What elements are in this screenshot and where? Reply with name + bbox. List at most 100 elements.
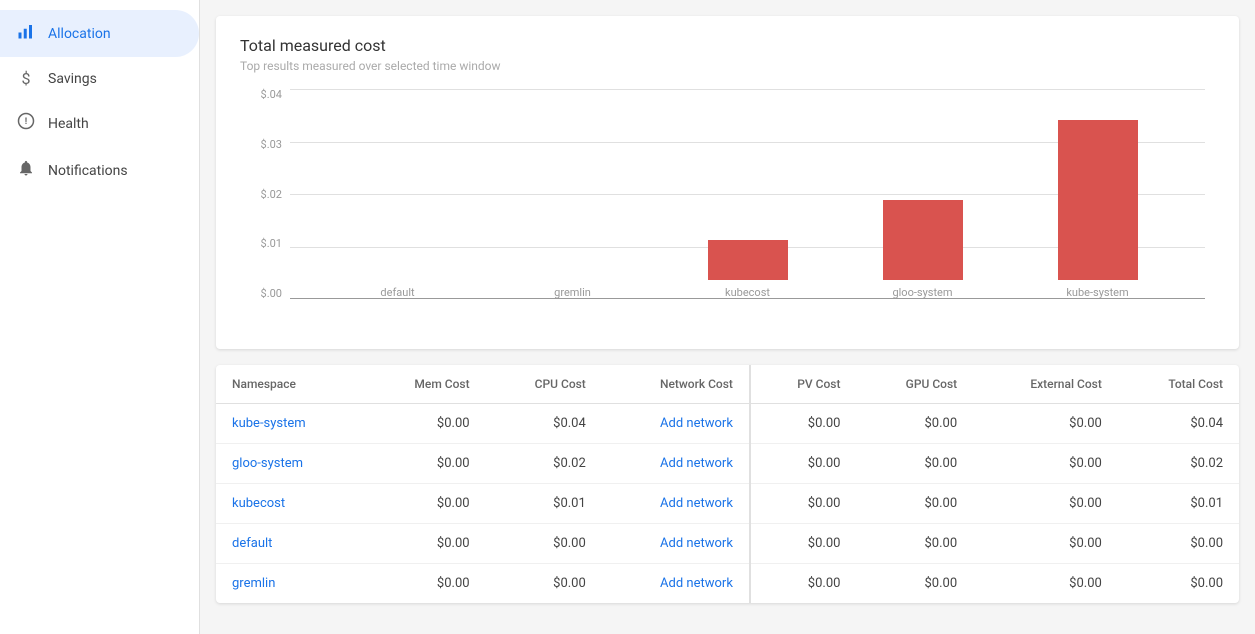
sidebar-item-allocation[interactable]: Allocation [0, 10, 199, 57]
add-network-link-2[interactable]: Add network [660, 496, 733, 511]
table-row: kube-system $0.00 $0.04 Add network $0.0… [216, 404, 1239, 444]
table-card: Namespace Mem Cost CPU Cost Network Cost… [216, 365, 1239, 603]
chart-plot: default gremlin kubecost gloo-system [290, 89, 1205, 299]
sidebar-item-allocation-label: Allocation [48, 26, 111, 42]
cell-mem-cost-0: $0.00 [364, 404, 486, 444]
cell-pv-cost-2: $0.00 [750, 484, 857, 524]
col-header-external-cost: External Cost [973, 365, 1118, 404]
bar-group-gremlin: gremlin [485, 280, 660, 299]
bar-label-kubecost: kubecost [725, 286, 770, 299]
add-network-link-1[interactable]: Add network [660, 456, 733, 471]
bar-group-default: default [310, 280, 485, 299]
cell-cpu-cost-4: $0.00 [486, 564, 602, 604]
col-header-mem-cost: Mem Cost [364, 365, 486, 404]
chart-card: Total measured cost Top results measured… [216, 16, 1239, 349]
bar-gloo-system [883, 200, 963, 280]
col-header-pv-cost: PV Cost [750, 365, 857, 404]
chart-subtitle: Top results measured over selected time … [240, 59, 1215, 73]
add-network-link-4[interactable]: Add network [660, 576, 733, 591]
cell-external-cost-0: $0.00 [973, 404, 1118, 444]
cell-network-cost-4[interactable]: Add network [602, 564, 750, 604]
data-table: Namespace Mem Cost CPU Cost Network Cost… [216, 365, 1239, 603]
namespace-link-3[interactable]: default [232, 536, 272, 551]
cell-mem-cost-4: $0.00 [364, 564, 486, 604]
cell-gpu-cost-3: $0.00 [856, 524, 973, 564]
col-header-namespace: Namespace [216, 365, 364, 404]
col-header-network-cost: Network Cost [602, 365, 750, 404]
cell-pv-cost-1: $0.00 [750, 444, 857, 484]
cell-cpu-cost-3: $0.00 [486, 524, 602, 564]
cell-namespace-2[interactable]: kubecost [216, 484, 364, 524]
cell-mem-cost-3: $0.00 [364, 524, 486, 564]
table-header: Namespace Mem Cost CPU Cost Network Cost… [216, 365, 1239, 404]
table-body: kube-system $0.00 $0.04 Add network $0.0… [216, 404, 1239, 604]
cell-total-cost-1: $0.02 [1118, 444, 1239, 484]
cell-mem-cost-2: $0.00 [364, 484, 486, 524]
y-axis: $.04 $.03 $.02 $.01 $.00 [240, 89, 290, 299]
cell-cpu-cost-0: $0.04 [486, 404, 602, 444]
cell-gpu-cost-1: $0.00 [856, 444, 973, 484]
y-label-1: $.03 [261, 139, 282, 150]
y-label-3: $.01 [261, 238, 282, 249]
cell-total-cost-2: $0.01 [1118, 484, 1239, 524]
health-icon: ! [16, 112, 36, 135]
table-row: kubecost $0.00 $0.01 Add network $0.00 $… [216, 484, 1239, 524]
table-row: gremlin $0.00 $0.00 Add network $0.00 $0… [216, 564, 1239, 604]
y-label-4: $.00 [261, 288, 282, 299]
chart-area: $.04 $.03 $.02 $.01 $.00 [240, 89, 1215, 329]
y-label-2: $.02 [261, 189, 282, 200]
add-network-link-0[interactable]: Add network [660, 416, 733, 431]
notifications-icon [16, 159, 36, 182]
namespace-link-0[interactable]: kube-system [232, 416, 306, 431]
table-row: default $0.00 $0.00 Add network $0.00 $0… [216, 524, 1239, 564]
cell-namespace-0[interactable]: kube-system [216, 404, 364, 444]
main-content: Total measured cost Top results measured… [200, 0, 1255, 634]
bar-group-gloo-system: gloo-system [835, 200, 1010, 299]
sidebar: Allocation $ Savings ! Health Notificati… [0, 0, 200, 634]
sidebar-item-health-label: Health [48, 116, 89, 132]
sidebar-item-notifications-label: Notifications [48, 163, 128, 179]
cell-total-cost-0: $0.04 [1118, 404, 1239, 444]
cell-network-cost-1[interactable]: Add network [602, 444, 750, 484]
bar-kubecost [708, 240, 788, 280]
sidebar-item-health[interactable]: ! Health [0, 100, 199, 147]
add-network-link-3[interactable]: Add network [660, 536, 733, 551]
namespace-link-1[interactable]: gloo-system [232, 456, 303, 471]
cell-total-cost-4: $0.00 [1118, 564, 1239, 604]
bar-kube-system [1058, 120, 1138, 280]
cell-network-cost-0[interactable]: Add network [602, 404, 750, 444]
cell-cpu-cost-1: $0.02 [486, 444, 602, 484]
cell-cpu-cost-2: $0.01 [486, 484, 602, 524]
table-header-row: Namespace Mem Cost CPU Cost Network Cost… [216, 365, 1239, 404]
sidebar-item-notifications[interactable]: Notifications [0, 147, 199, 194]
svg-text:!: ! [25, 117, 27, 127]
bars-container: default gremlin kubecost gloo-system [290, 89, 1205, 299]
bar-label-default: default [380, 286, 414, 299]
cell-gpu-cost-0: $0.00 [856, 404, 973, 444]
cell-namespace-1[interactable]: gloo-system [216, 444, 364, 484]
savings-icon: $ [16, 69, 36, 88]
cell-namespace-4[interactable]: gremlin [216, 564, 364, 604]
cell-namespace-3[interactable]: default [216, 524, 364, 564]
bar-group-kubecost: kubecost [660, 240, 835, 299]
namespace-link-2[interactable]: kubecost [232, 496, 285, 511]
cell-network-cost-2[interactable]: Add network [602, 484, 750, 524]
cell-network-cost-3[interactable]: Add network [602, 524, 750, 564]
namespace-link-4[interactable]: gremlin [232, 576, 275, 591]
sidebar-item-savings[interactable]: $ Savings [0, 57, 199, 100]
col-header-gpu-cost: GPU Cost [856, 365, 973, 404]
cell-total-cost-3: $0.00 [1118, 524, 1239, 564]
table-row: gloo-system $0.00 $0.02 Add network $0.0… [216, 444, 1239, 484]
bar-group-kube-system: kube-system [1010, 120, 1185, 299]
cell-external-cost-3: $0.00 [973, 524, 1118, 564]
col-header-total-cost: Total Cost [1118, 365, 1239, 404]
bar-label-kube-system: kube-system [1066, 286, 1128, 299]
y-label-0: $.04 [261, 89, 282, 100]
chart-title: Total measured cost [240, 36, 1215, 55]
cell-pv-cost-4: $0.00 [750, 564, 857, 604]
col-header-cpu-cost: CPU Cost [486, 365, 602, 404]
cell-pv-cost-0: $0.00 [750, 404, 857, 444]
allocation-icon [16, 22, 36, 45]
sidebar-item-savings-label: Savings [48, 71, 97, 87]
bar-label-gremlin: gremlin [554, 286, 591, 299]
